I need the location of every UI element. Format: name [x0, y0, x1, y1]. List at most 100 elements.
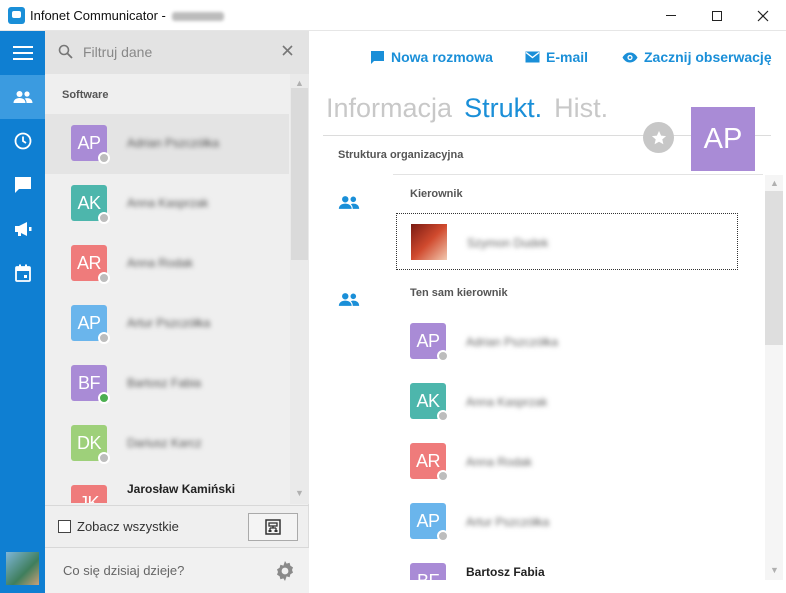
search-input[interactable]: [83, 41, 273, 63]
contact-avatar: AK: [71, 185, 110, 224]
peer-row[interactable]: AK Anna Kasprzak: [410, 383, 750, 443]
nav-history[interactable]: [0, 119, 45, 163]
nav-chat[interactable]: [0, 163, 45, 207]
search-icon: [58, 44, 73, 62]
contact-row[interactable]: AP Adrian Pszczółka: [45, 114, 289, 174]
status-bar: Co się dzisiaj dzieje?: [45, 547, 309, 593]
peer-row[interactable]: BF Bartosz Fabia: [410, 563, 750, 580]
contact-name: Anna Kasprzak: [127, 196, 209, 210]
new-chat-button[interactable]: Nowa rozmowa: [370, 49, 493, 65]
email-label: E-mail: [546, 49, 589, 65]
peer-row[interactable]: AP Adrian Pszczółka: [410, 323, 750, 383]
menu-button[interactable]: [0, 31, 45, 75]
contacts-icon: [13, 91, 32, 103]
manager-card[interactable]: Szymon Dudek: [396, 213, 738, 270]
search-bar: [45, 31, 309, 74]
contact-row[interactable]: JK Jarosław Kamiński: [45, 474, 289, 503]
peer-avatar: AR: [410, 443, 449, 482]
contact-row[interactable]: DK Dariusz Karcz: [45, 414, 289, 474]
contact-avatar: AP: [71, 305, 110, 344]
peer-name: Anna Kasprzak: [466, 395, 548, 409]
manager-photo: [411, 224, 447, 260]
status-offline-icon: [98, 272, 110, 284]
contacts-panel: Software AP Adrian Pszczółka AK Anna Kas…: [45, 31, 309, 593]
left-nav-rail: [0, 31, 45, 593]
contacts-group-label: Software: [62, 89, 109, 101]
maximize-button[interactable]: [694, 0, 740, 31]
app-logo-icon: [8, 7, 25, 24]
peer-row[interactable]: AR Anna Rodak: [410, 443, 750, 503]
scroll-up-icon[interactable]: ▲: [290, 76, 309, 90]
scroll-down-icon[interactable]: ▼: [290, 486, 309, 500]
see-all-bar: Zobacz wszystkie: [45, 505, 309, 547]
observe-label: Zacznij obserwację: [644, 49, 772, 65]
calendar-icon: [14, 264, 31, 282]
profile-tabs: Informacja Strukt. Hist.: [326, 93, 608, 124]
my-avatar[interactable]: [6, 552, 39, 585]
contact-row[interactable]: AR Anna Rodak: [45, 234, 289, 294]
peer-name: Artur Pszczółka: [466, 515, 550, 529]
contact-row[interactable]: AP Artur Pszczółka: [45, 294, 289, 354]
see-all-checkbox[interactable]: [58, 520, 71, 533]
peers-group-icon: [338, 292, 360, 310]
contact-name: Artur Pszczółka: [127, 316, 211, 330]
eye-icon: [622, 52, 638, 62]
maximize-icon: [712, 10, 722, 21]
contact-avatar: JK: [71, 485, 107, 503]
tab-info[interactable]: Informacja: [326, 93, 452, 124]
favorite-button[interactable]: [643, 122, 674, 153]
contact-row[interactable]: BF Bartosz Fabia: [45, 354, 289, 414]
clock-icon: [14, 132, 31, 150]
section-divider: [393, 174, 763, 175]
minimize-button[interactable]: [648, 0, 694, 31]
megaphone-icon: [14, 222, 31, 236]
peer-avatar: BF: [410, 563, 446, 580]
chat-bubble-icon: [371, 50, 384, 64]
status-message-input[interactable]: Co się dzisiaj dzieje?: [63, 563, 184, 578]
gear-icon[interactable]: [274, 560, 296, 585]
status-online-icon: [98, 392, 110, 404]
org-chart-button[interactable]: [248, 513, 298, 541]
contact-row[interactable]: AK Anna Kasprzak: [45, 174, 289, 234]
status-offline-icon: [437, 530, 449, 542]
chat-bubble-icon: [14, 177, 31, 193]
nav-calendar[interactable]: [0, 251, 45, 295]
star-icon: [651, 130, 666, 144]
peer-name: Adrian Pszczółka: [466, 335, 559, 349]
contact-avatar: DK: [71, 425, 110, 464]
org-chart-icon: [265, 519, 281, 535]
peer-name: Anna Rodak: [466, 455, 533, 469]
new-chat-label: Nowa rozmowa: [391, 49, 493, 65]
section-title: Struktura organizacyjna: [338, 149, 464, 161]
scroll-down-icon[interactable]: ▼: [765, 563, 784, 577]
contact-avatar: AR: [71, 245, 110, 284]
title-user-name-redacted: [172, 12, 225, 22]
contact-name: Adrian Pszczółka: [127, 136, 220, 150]
clear-search-icon[interactable]: [281, 44, 294, 60]
contacts-scrollbar-thumb[interactable]: [291, 88, 308, 260]
close-window-button[interactable]: [740, 0, 786, 31]
envelope-icon: [525, 51, 540, 63]
window-title: Infonet Communicator -: [30, 8, 225, 23]
contact-avatar: AP: [71, 125, 110, 164]
manager-group-icon: [338, 195, 360, 213]
observe-button[interactable]: Zacznij obserwację: [622, 49, 772, 65]
scroll-up-icon[interactable]: ▲: [765, 176, 784, 190]
status-offline-icon: [98, 452, 110, 464]
tab-history[interactable]: Hist.: [554, 93, 608, 124]
tab-structure[interactable]: Strukt.: [464, 93, 542, 124]
title-bar: Infonet Communicator -: [0, 0, 786, 31]
nav-announcements[interactable]: [0, 207, 45, 251]
status-offline-icon: [98, 212, 110, 224]
hamburger-icon: [12, 46, 33, 60]
email-button[interactable]: E-mail: [525, 49, 588, 65]
peer-row[interactable]: AP Artur Pszczółka: [410, 503, 750, 563]
structure-scrollbar-thumb[interactable]: [765, 191, 783, 345]
status-offline-icon: [98, 332, 110, 344]
see-all-label[interactable]: Zobacz wszystkie: [77, 519, 179, 534]
contacts-list: AP Adrian Pszczółka AK Anna Kasprzak AR …: [45, 114, 289, 503]
close-icon: [757, 10, 769, 21]
contact-avatar: BF: [71, 365, 110, 404]
contact-name: Anna Rodak: [127, 256, 194, 270]
nav-contacts[interactable]: [0, 75, 45, 119]
